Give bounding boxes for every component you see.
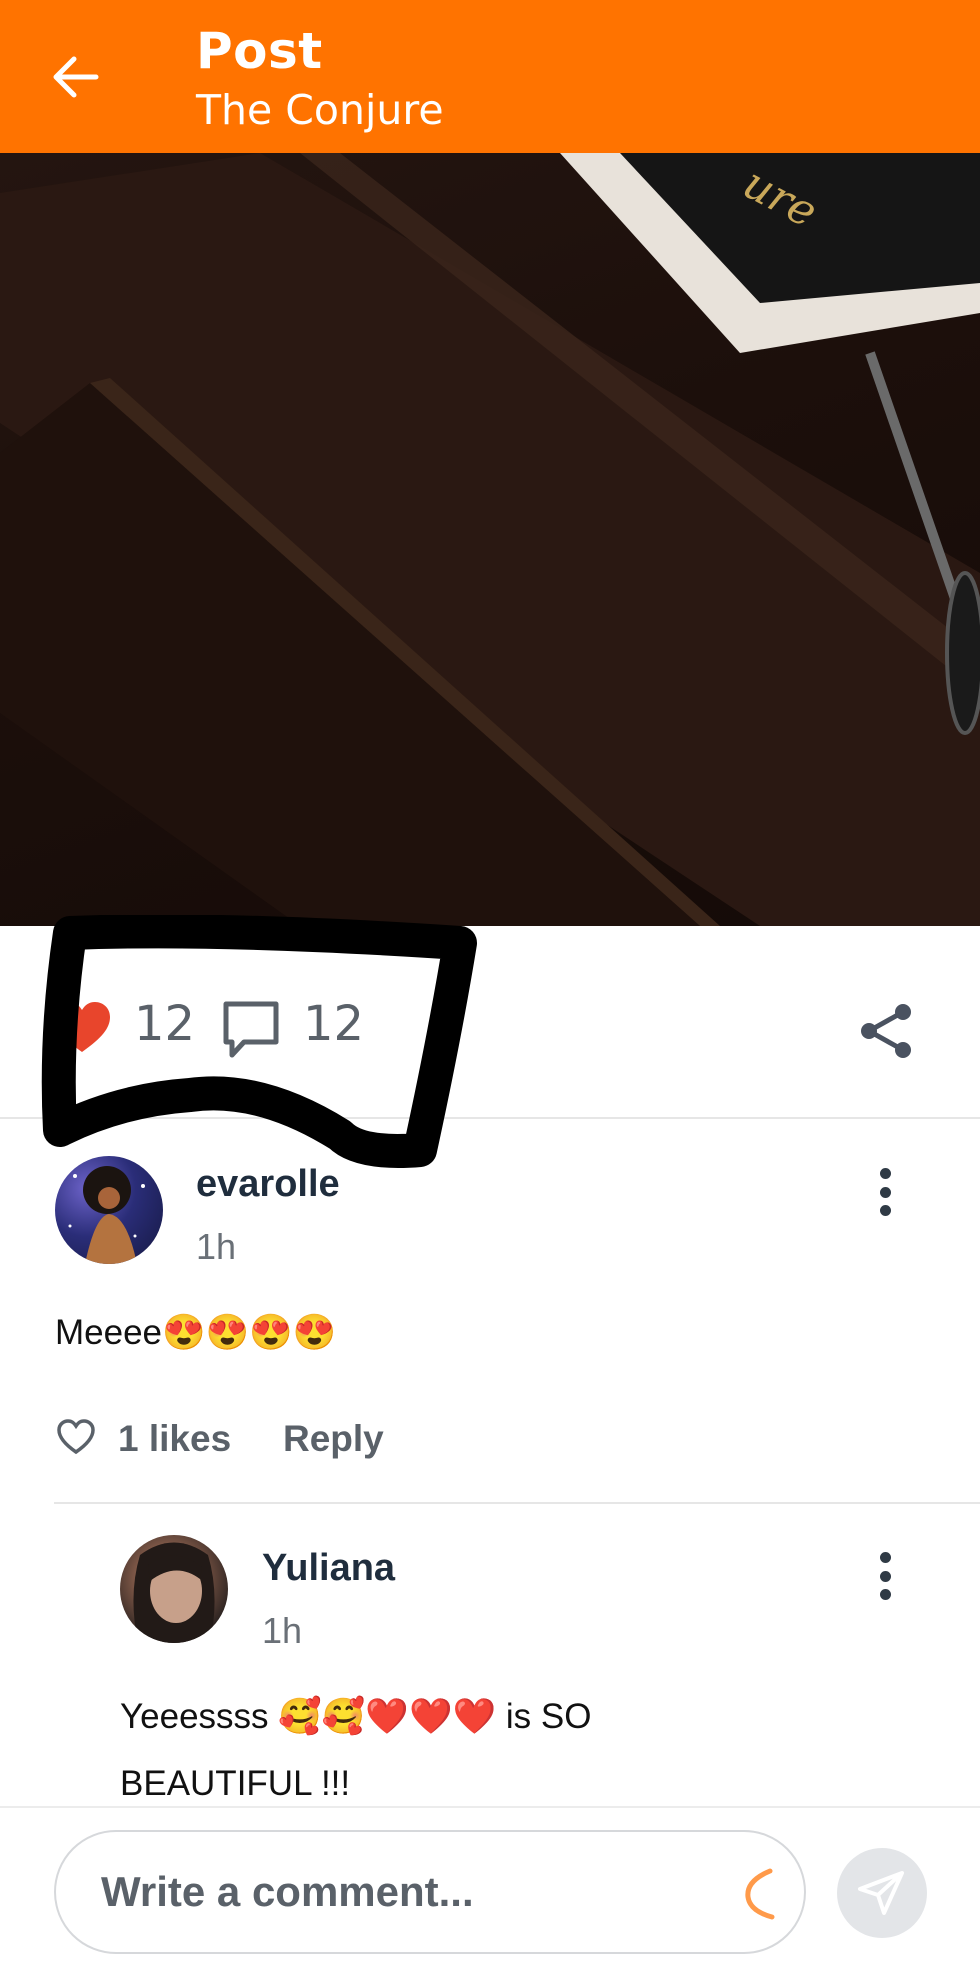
- comment-bubble-icon[interactable]: [220, 1000, 282, 1060]
- more-options-button[interactable]: [870, 1546, 900, 1606]
- comment-count: 12: [303, 996, 365, 1052]
- loading-spinner-icon: [745, 1868, 775, 1920]
- kebab-dot-icon: [879, 1186, 891, 1198]
- comment-text: Meeee😍😍😍😍: [55, 1313, 337, 1352]
- post-photo[interactable]: ure: [0, 153, 980, 926]
- comment-username[interactable]: Yuliana: [262, 1547, 395, 1590]
- comment-input[interactable]: [101, 1832, 661, 1952]
- comment-likes-count: 1 likes: [118, 1418, 232, 1459]
- kebab-dot-icon: [879, 1570, 891, 1582]
- back-button[interactable]: [40, 42, 110, 112]
- page-subtitle: The Conjure: [196, 86, 444, 134]
- like-count: 12: [134, 996, 196, 1052]
- app-header: Post The Conjure: [0, 0, 980, 153]
- arrow-left-icon: [53, 56, 99, 98]
- page-title: Post: [196, 22, 323, 80]
- reply-button[interactable]: Reply: [283, 1418, 384, 1460]
- user-avatar-image: [133, 1542, 215, 1643]
- photo-image: ure: [0, 153, 980, 926]
- send-paper-plane-icon: [858, 1871, 904, 1915]
- kebab-dot-icon: [879, 1168, 891, 1179]
- comment-text: Yeeessss 🥰🥰❤️❤️❤️ is SO BEAUTIFUL !!!: [120, 1697, 592, 1803]
- kebab-dot-icon: [879, 1205, 891, 1216]
- share-icon[interactable]: [856, 1000, 918, 1062]
- avatar[interactable]: [55, 1156, 163, 1264]
- avatar[interactable]: [120, 1535, 228, 1643]
- heart-outline-icon[interactable]: [56, 1418, 96, 1456]
- kebab-dot-icon: [879, 1552, 891, 1563]
- heart-filled-icon[interactable]: [52, 1000, 112, 1056]
- user-avatar-image: [68, 1166, 145, 1264]
- comment-timestamp: 1h: [262, 1610, 303, 1651]
- kebab-dot-icon: [879, 1589, 891, 1600]
- more-options-button[interactable]: [870, 1162, 900, 1222]
- send-button[interactable]: [837, 1848, 927, 1938]
- comment-timestamp: 1h: [196, 1226, 237, 1267]
- divider: [54, 1502, 980, 1504]
- comment-input-wrapper[interactable]: [54, 1830, 806, 1954]
- comment-username[interactable]: evarolle: [196, 1163, 340, 1206]
